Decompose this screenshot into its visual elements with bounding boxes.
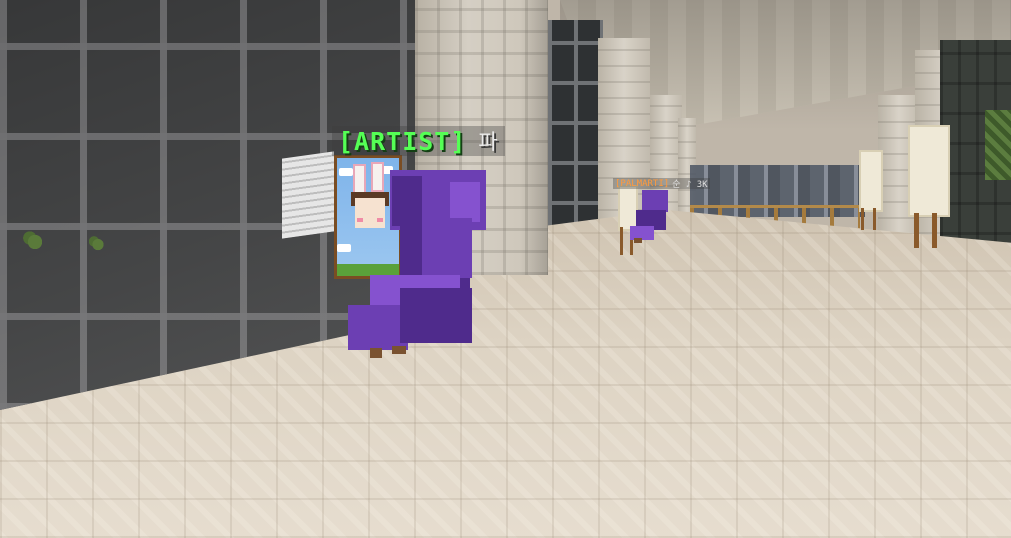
plant-icon bbox=[22, 230, 48, 250]
vine-leaves bbox=[985, 110, 1011, 180]
game-viewport[interactable]: [PALMARTI] 순 ♪ 3K [ARTIST] 파 bbox=[0, 0, 1011, 538]
far-player-nametag: [PALMARTI] 순 ♪ 3K bbox=[613, 178, 710, 190]
far-player[interactable] bbox=[628, 190, 674, 245]
far-player-name: 순 ♪ 3K bbox=[672, 180, 708, 190]
player-rank: [ARTIST] bbox=[338, 126, 467, 156]
player-name: 파 bbox=[478, 130, 499, 154]
far-player-rank: [PALMARTI] bbox=[615, 178, 670, 189]
easel-icon[interactable] bbox=[900, 125, 960, 250]
easel-back-panel bbox=[282, 151, 334, 239]
player-nametag: [ARTIST] 파 bbox=[332, 126, 505, 156]
artist-player[interactable] bbox=[340, 170, 490, 360]
plant-icon bbox=[88, 235, 108, 251]
pillar-side-window bbox=[548, 20, 603, 245]
pillar-shadow bbox=[520, 0, 548, 275]
easel-icon[interactable] bbox=[855, 150, 887, 230]
